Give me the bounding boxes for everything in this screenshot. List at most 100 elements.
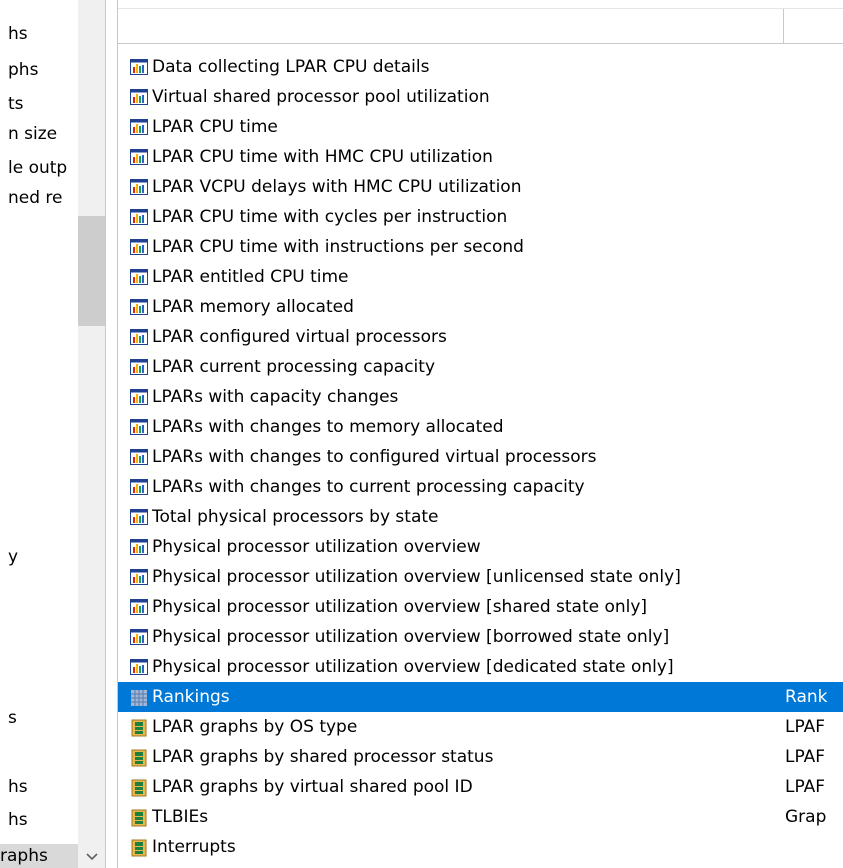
bar-chart-icon [130,659,148,675]
bar-chart-icon [130,59,148,75]
list-item-label: LPARs with changes to memory allocated [152,417,504,437]
list-item[interactable]: Total physical processors by state [118,502,843,532]
list-item[interactable]: Virtual shared processor pool utilizatio… [118,82,843,112]
list-item[interactable]: LPARs with changes to configured virtual… [118,442,843,472]
tree-item[interactable]: ned re [8,186,63,210]
list-item-type: LPAF [785,717,826,737]
list-item[interactable]: Data collecting LPAR CPU details [118,52,843,82]
list-item[interactable]: LPARs with changes to current processing… [118,472,843,502]
list-item[interactable]: LPAR current processing capacity [118,352,843,382]
bar-chart-icon [130,179,148,195]
list-item-label: Physical processor utilization overview … [152,567,681,587]
bar-chart-icon [130,329,148,345]
list-item-label: LPAR graphs by OS type [152,717,358,737]
column-divider[interactable] [783,8,784,44]
list-item[interactable]: LPAR VCPU delays with HMC CPU utilizatio… [118,172,843,202]
list-item-label: Total physical processors by state [152,507,439,527]
list-item-label: LPAR graphs by shared processor status [152,747,494,767]
list-item-label: LPAR VCPU delays with HMC CPU utilizatio… [152,177,522,197]
folder-chart-icon [130,839,148,857]
list-item[interactable]: LPAR CPU time with HMC CPU utilization [118,142,843,172]
bar-chart-icon [130,629,148,645]
list-item-label: LPAR CPU time [152,117,278,137]
list-item[interactable]: LPAR entitled CPU time [118,262,843,292]
list-item-label: Interrupts [152,837,236,857]
list-item-label: Virtual shared processor pool utilizatio… [152,87,490,107]
list-item-label: Rankings [152,687,230,707]
tree-item[interactable]: raphs [0,844,78,868]
list-item-label: LPAR memory allocated [152,297,354,317]
list-item-label: TLBIEs [152,807,209,827]
tree-item[interactable]: phs [8,58,38,82]
list-item-label: LPAR configured virtual processors [152,327,447,347]
list-item[interactable]: LPARs with changes to memory allocated [118,412,843,442]
list-item[interactable]: LPAR graphs by virtual shared pool ID LPA… [118,772,843,802]
list-item[interactable]: LPAR memory allocated [118,292,843,322]
list-item[interactable]: TLBIEs Grap [118,802,843,832]
tree-item[interactable]: le outp [8,156,67,180]
scroll-down-arrow-icon[interactable] [78,846,105,868]
bar-chart-icon [130,299,148,315]
list-item-label: LPAR CPU time with HMC CPU utilization [152,147,493,167]
tree-item[interactable]: ts [8,92,24,116]
list-item[interactable]: LPAR graphs by OS type LPAF [118,712,843,742]
list-item-label: Physical processor utilization overview [152,537,481,557]
list-item-label: LPAR graphs by virtual shared pool ID [152,777,473,797]
tree-scrollbar[interactable] [78,0,105,868]
list-item[interactable]: Physical processor utilization overview … [118,592,843,622]
list-item-type: LPAF [785,747,826,767]
bar-chart-icon [130,479,148,495]
list-item-label: LPAR entitled CPU time [152,267,349,287]
tree-scrollbar-thumb[interactable] [78,216,105,326]
list-item[interactable]: LPAR CPU time with cycles per instructio… [118,202,843,232]
bar-chart-icon [130,119,148,135]
list-item[interactable]: Rankings Rank [118,682,843,712]
list-item-label: LPARs with changes to current processing… [152,477,585,497]
bar-chart-icon [130,269,148,285]
list-item-label: Data collecting LPAR CPU details [152,57,430,77]
list-item-type: Grap [785,807,827,827]
folder-chart-icon [130,749,148,767]
bar-chart-icon [130,599,148,615]
list-item[interactable]: Physical processor utilization overview … [118,562,843,592]
tree-item[interactable]: hs [8,775,28,799]
bar-chart-icon [130,539,148,555]
bar-chart-icon [130,239,148,255]
list-item[interactable]: Physical processor utilization overview … [118,622,843,652]
list-item-type: Rank [785,687,828,707]
folder-chart-icon [130,779,148,797]
list-item-label: Physical processor utilization overview … [152,627,670,647]
tree-item[interactable]: y [8,545,18,569]
list-item-label: Physical processor utilization overview … [152,597,648,617]
list-item[interactable]: Physical processor utilization overview … [118,652,843,682]
list-item[interactable]: LPAR CPU time with instructions per seco… [118,232,843,262]
list-item-label: Physical processor utilization overview … [152,657,674,677]
list-item-type: LPAF [785,777,826,797]
list-item-label: LPAR CPU time with cycles per instructio… [152,207,508,227]
list-item[interactable]: LPAR configured virtual processors [118,322,843,352]
list-item[interactable]: LPAR CPU time [118,112,843,142]
tree-item[interactable]: hs [8,22,28,46]
list-item-label: LPAR current processing capacity [152,357,435,377]
bar-chart-icon [130,149,148,165]
grid-icon [130,689,148,706]
panel-splitter[interactable] [105,0,118,868]
list-header [118,8,843,44]
bar-chart-icon [130,389,148,405]
tree-panel: hs phs ts n size le outp ned re y s hs hs raphs [0,0,78,868]
bar-chart-icon [130,209,148,225]
bar-chart-icon [130,419,148,435]
list-item[interactable]: Physical processor utilization overview [118,532,843,562]
bar-chart-icon [130,569,148,585]
list-item-label: LPARs with capacity changes [152,387,399,407]
folder-chart-icon [130,809,148,827]
tree-item[interactable]: n size [8,122,57,146]
tree-item[interactable]: s [8,706,17,730]
list-item[interactable]: Interrupts [118,832,843,862]
list-item-label: LPAR CPU time with instructions per seco… [152,237,524,257]
header-border [118,8,843,9]
tree-item[interactable]: hs [8,808,28,832]
list-item[interactable]: LPARs with capacity changes [118,382,843,412]
bar-chart-icon [130,359,148,375]
list-item[interactable]: LPAR graphs by shared processor status LP… [118,742,843,772]
